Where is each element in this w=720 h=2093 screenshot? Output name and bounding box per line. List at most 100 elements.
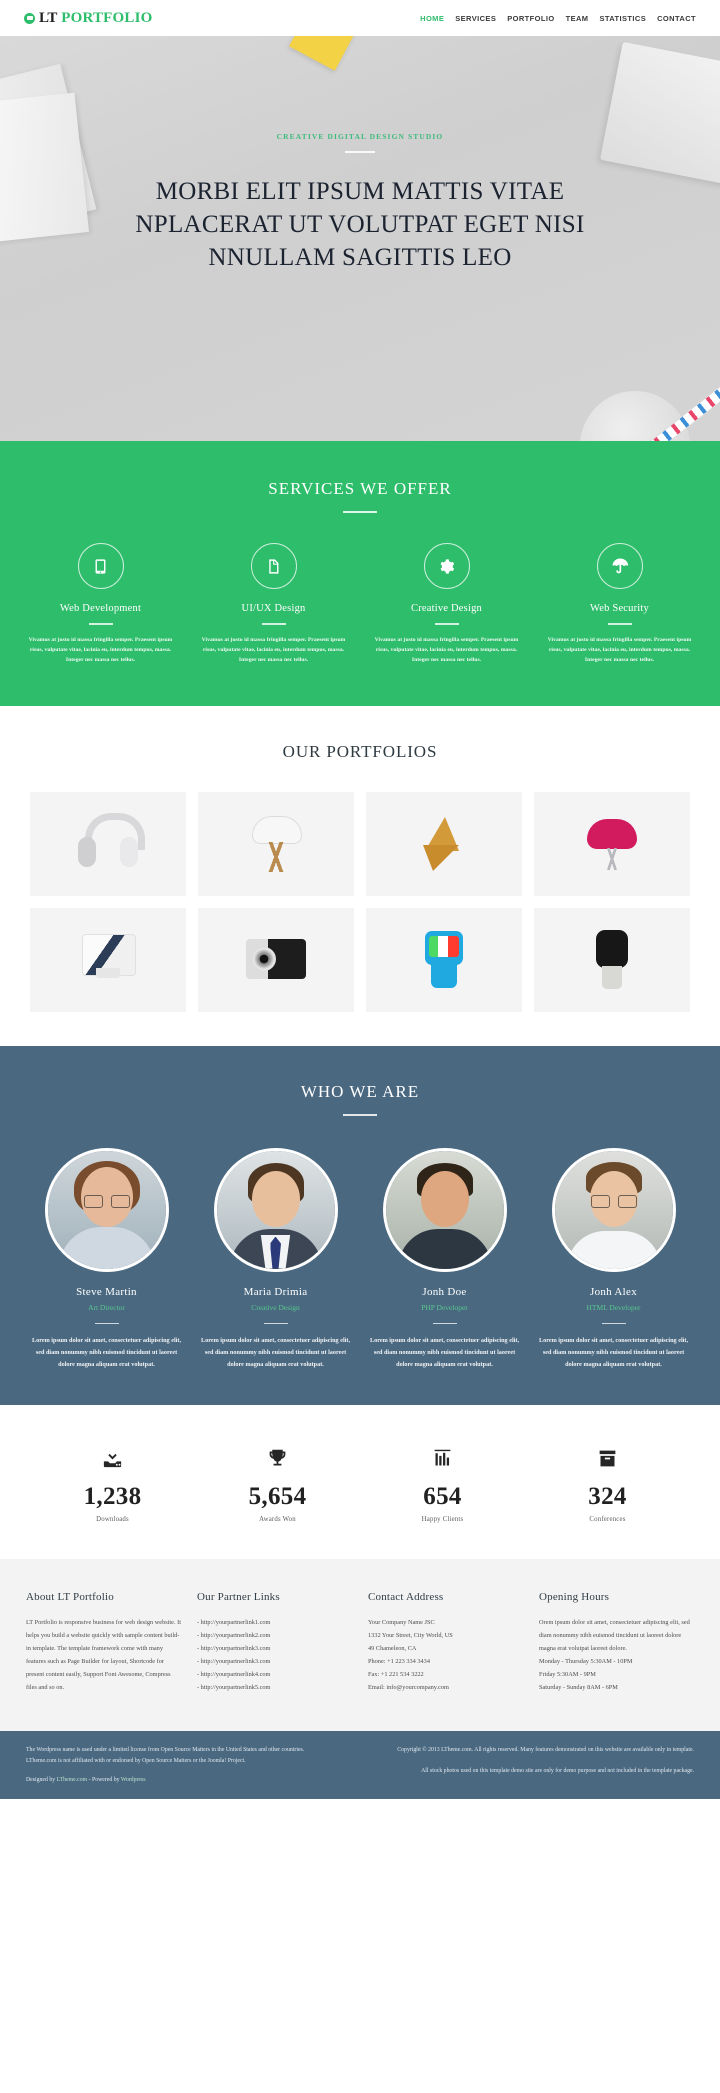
service-separator — [607, 623, 632, 625]
stat-value: 654 — [423, 1483, 462, 1511]
service-card-web-development[interactable]: Web Development Vivamus at justo id mass… — [14, 543, 187, 666]
nav-item-services[interactable]: SERVICES — [455, 14, 496, 23]
site-header: LT PORTFOLIO HOME SERVICES PORTFOLIO TEA… — [0, 0, 720, 36]
nav-item-contact[interactable]: CONTACT — [657, 14, 696, 23]
portfolio-heading: OUR PORTFOLIOS — [282, 741, 438, 761]
team-member-steve-martin[interactable]: Steve Martin Art Director Lorem ipsum do… — [22, 1147, 191, 1372]
team-member-separator — [601, 1322, 626, 1325]
page-root: LT PORTFOLIO HOME SERVICES PORTFOLIO TEA… — [0, 0, 720, 1800]
footer-license-block: The Wordpress name is used under a limit… — [26, 1745, 330, 1784]
contact-email[interactable]: Email: info@yourcompany.com — [368, 1682, 523, 1695]
list-item[interactable]: - http://yourpartnerlink1.com — [197, 1617, 352, 1630]
partner-link[interactable]: - http://yourpartnerlink4.com — [197, 1671, 270, 1678]
team-member-name: Steve Martin — [76, 1285, 137, 1298]
ltheme-link[interactable]: LTheme.com — [57, 1777, 88, 1783]
list-item[interactable]: - http://yourpartnerlink4.com — [197, 1669, 352, 1682]
list-item[interactable]: - http://yourpartnerlink5.com — [197, 1682, 352, 1695]
nav-item-home[interactable]: HOME — [420, 14, 444, 23]
site-logo[interactable]: LT PORTFOLIO — [24, 10, 153, 27]
white-chair-thumb — [248, 812, 304, 876]
team-member-role: Art Director — [88, 1302, 125, 1312]
nav-item-portfolio[interactable]: PORTFOLIO — [507, 14, 554, 23]
contact-phone: Phone: +1 223 334 3434 — [368, 1658, 430, 1666]
hero-title-line-1: MORBI ELIT IPSUM MATTIS VITAE — [155, 178, 565, 205]
team-member-maria-drimia[interactable]: Maria Drimia Creative Design Lorem ipsum… — [191, 1147, 360, 1372]
black-smartwatch-thumb — [591, 929, 633, 990]
nav-item-team[interactable]: TEAM — [566, 14, 589, 23]
service-description: Vivamus at justo id massa fringilla semp… — [547, 636, 692, 664]
statistics-section: 1,238 Downloads 5,654 Awards Won 654 Hap… — [0, 1405, 720, 1560]
avatar — [213, 1147, 338, 1272]
team-member-separator — [263, 1322, 288, 1325]
file-icon — [250, 543, 297, 589]
portfolio-item-printer[interactable] — [30, 907, 186, 1012]
nav-item-statistics[interactable]: STATISTICS — [599, 14, 646, 23]
logo-primary-text: LT — [39, 9, 58, 26]
team-section: WHO WE ARE Steve Martin Art Director Lor… — [0, 1045, 720, 1406]
portfolio-item-black-smartwatch[interactable] — [534, 907, 690, 1012]
trophy-icon — [195, 1443, 360, 1473]
service-title: Web Security — [590, 603, 649, 614]
glasses-icon — [83, 1194, 130, 1208]
gear-icon — [423, 543, 470, 589]
portfolio-section: OUR PORTFOLIOS — [0, 705, 720, 1046]
logo-secondary-text: PORTFOLIO — [61, 9, 153, 26]
footer-about-text: LT Portfolio is responsive business for … — [26, 1619, 181, 1691]
team-member-separator — [432, 1322, 457, 1325]
footer-column-title: Opening Hours — [539, 1591, 610, 1604]
team-member-role: PHP Developer — [421, 1302, 468, 1312]
team-member-description: Lorem ipsum dolor sit amet, consectetuer… — [31, 1337, 181, 1369]
stat-value: 1,238 — [83, 1483, 142, 1511]
wood-origami-chair-thumb — [417, 815, 471, 873]
stat-label: Downloads — [96, 1516, 129, 1524]
service-card-creative-design[interactable]: Creative Design Vivamus at justo id mass… — [360, 543, 533, 666]
team-member-jonh-doe[interactable]: Jonh Doe PHP Developer Lorem ipsum dolor… — [360, 1147, 529, 1372]
partner-link[interactable]: - http://yourpartnerlink5.com — [197, 1684, 270, 1691]
camera-thumb — [246, 938, 306, 981]
footer-column-hours: Opening Hours Orem ipsum dolor sit amet,… — [539, 1591, 694, 1694]
team-member-jonh-alex[interactable]: Jonh Alex HTML Developer Lorem ipsum dol… — [529, 1147, 698, 1372]
download-icon — [30, 1443, 195, 1473]
portfolio-item-white-chair[interactable] — [198, 791, 354, 896]
partner-link[interactable]: - http://yourpartnerlink3.com — [197, 1645, 270, 1652]
portfolio-item-camera[interactable] — [198, 907, 354, 1012]
portfolio-item-pink-chair[interactable] — [534, 791, 690, 896]
copyright-text: Copyright © 2013 LTheme.com. All rights … — [397, 1746, 694, 1753]
team-member-name: Maria Drimia — [243, 1285, 308, 1298]
services-section: SERVICES WE OFFER Web Development Vivamu… — [0, 441, 720, 706]
partner-link[interactable]: - http://yourpartnerlink1.com — [197, 1619, 270, 1626]
hero-banner: CREATIVE DIGITAL DESIGN STUDIO MORBI ELI… — [0, 36, 720, 441]
services-grid: Web Development Vivamus at justo id mass… — [0, 543, 720, 666]
stat-happy-clients: 654 Happy Clients — [360, 1443, 525, 1523]
avatar-face — [251, 1170, 300, 1227]
footer-columns: About LT Portfolio LT Portfolio is respo… — [0, 1591, 720, 1694]
partner-link[interactable]: - http://yourpartnerlink2.com — [197, 1632, 270, 1639]
stat-value: 5,654 — [248, 1483, 307, 1511]
contact-fax: Fax: +1 221 534 3222 — [368, 1670, 424, 1678]
portfolio-item-blue-smartwatch[interactable] — [366, 907, 522, 1012]
team-member-description: Lorem ipsum dolor sit amet, consectetuer… — [538, 1337, 688, 1369]
portfolio-grid — [0, 791, 720, 1012]
list-item[interactable]: - http://yourpartnerlink2.com — [197, 1630, 352, 1643]
hours-line: Saturday - Sunday 8AM - 6PM — [539, 1683, 618, 1691]
portfolio-item-headphones[interactable] — [30, 791, 186, 896]
list-item[interactable]: - http://yourpartnerlink3.com — [197, 1656, 352, 1669]
list-item[interactable]: - http://yourpartnerlink3.com — [197, 1643, 352, 1656]
wordpress-link[interactable]: Wordpress — [121, 1777, 146, 1783]
stat-value: 324 — [588, 1483, 627, 1511]
service-card-ui-ux-design[interactable]: UI/UX Design Vivamus at justo id massa f… — [187, 543, 360, 666]
portfolio-item-origami-chair[interactable] — [366, 791, 522, 896]
team-heading-separator — [343, 1113, 377, 1116]
team-member-separator — [94, 1322, 119, 1325]
stat-awards-won: 5,654 Awards Won — [195, 1443, 360, 1523]
team-grid: Steve Martin Art Director Lorem ipsum do… — [0, 1147, 720, 1372]
team-member-role: Creative Design — [251, 1302, 300, 1312]
partner-link[interactable]: - http://yourpartnerlink3.com — [197, 1658, 270, 1665]
footer-column-title: Contact Address — [368, 1591, 444, 1604]
footer-column-contact: Contact Address Your Company Name JSC 13… — [368, 1591, 523, 1694]
stock-photo-notice: All stock photos used on this template d… — [421, 1768, 694, 1775]
service-card-web-security[interactable]: Web Security Vivamus at justo id massa f… — [533, 543, 706, 666]
service-separator — [434, 623, 459, 625]
avatar — [551, 1147, 676, 1272]
statistics-grid: 1,238 Downloads 5,654 Awards Won 654 Hap… — [0, 1443, 720, 1523]
